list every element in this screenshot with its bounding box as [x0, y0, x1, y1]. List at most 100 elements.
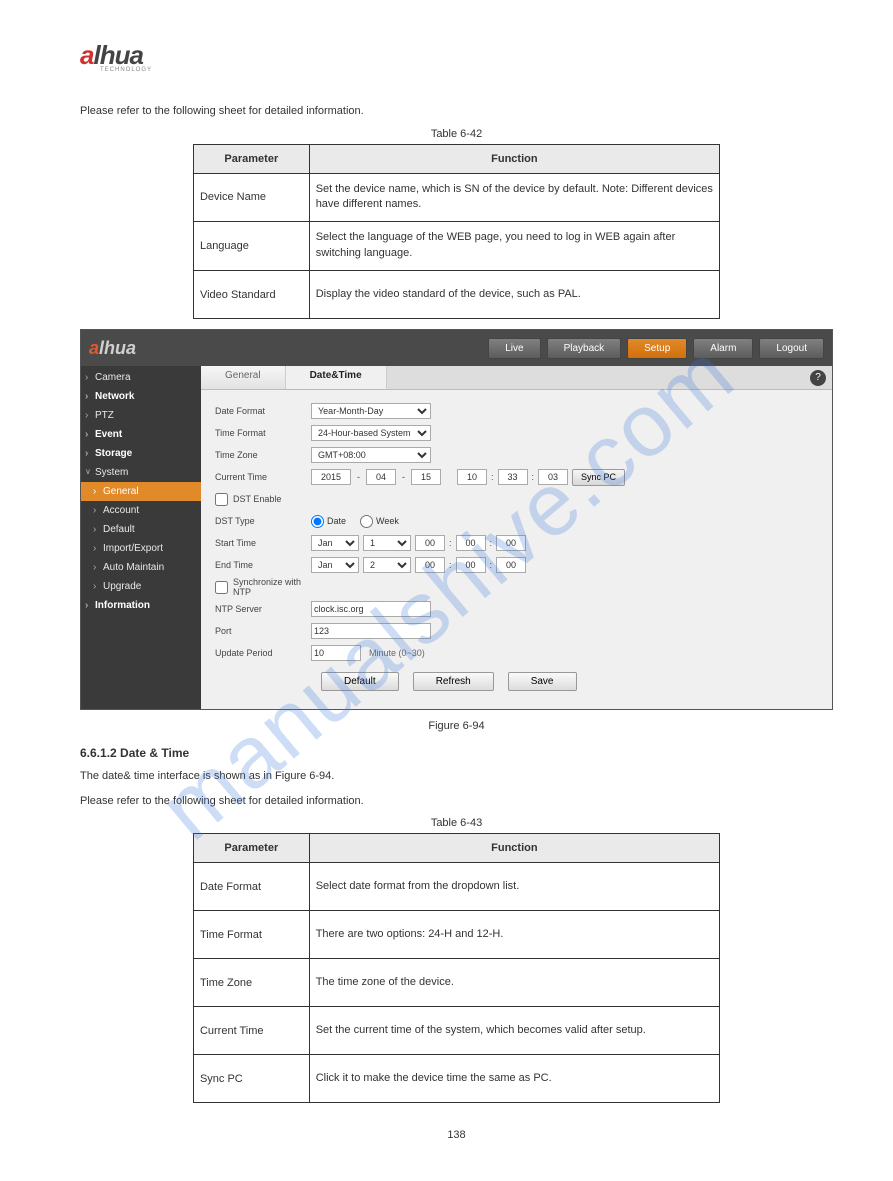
- label-time-zone: Time Zone: [215, 450, 307, 460]
- nav-setup[interactable]: Setup: [627, 338, 687, 359]
- table2-h-func: Function: [309, 834, 719, 863]
- dash-icon: -: [355, 472, 362, 482]
- date-format-select[interactable]: Year-Month-Day: [311, 403, 431, 419]
- section-heading: 6.6.1.2 Date & Time: [80, 746, 833, 760]
- page-number: 138: [80, 1129, 833, 1141]
- sidebar-item-upgrade[interactable]: Upgrade: [81, 577, 201, 596]
- table2: Parameter Function Date Format Select da…: [193, 833, 720, 1103]
- table1-caption: Table 6-42: [80, 128, 833, 140]
- table2-h-param: Parameter: [193, 834, 309, 863]
- sidebar-item-system[interactable]: System: [81, 463, 201, 482]
- intro-text-2: Please refer to the following sheet for …: [80, 793, 833, 810]
- port-input[interactable]: [311, 623, 431, 639]
- t2-r3-func: Set the current time of the system, whic…: [309, 1007, 719, 1055]
- t2-r2-param: Time Zone: [193, 959, 309, 1007]
- ct-year-input[interactable]: [311, 469, 351, 485]
- time-format-select[interactable]: 24-Hour-based System: [311, 425, 431, 441]
- t2-r1-func: There are two options: 24-H and 12-H.: [309, 911, 719, 959]
- table-row: Current Time Set the current time of the…: [193, 1007, 719, 1055]
- end-day-select[interactable]: 2: [363, 557, 411, 573]
- sidebar-item-default[interactable]: Default: [81, 520, 201, 539]
- logo-sub: TECHNOLOGY: [100, 67, 833, 73]
- ct-sec-input[interactable]: [538, 469, 568, 485]
- sidebar-item-automaintain[interactable]: Auto Maintain: [81, 558, 201, 577]
- nav-playback[interactable]: Playback: [547, 338, 622, 359]
- default-button[interactable]: Default: [321, 672, 399, 691]
- sidebar-item-network[interactable]: Network: [81, 387, 201, 406]
- t1-r2-param: Video Standard: [193, 271, 309, 319]
- save-button[interactable]: Save: [508, 672, 577, 691]
- label-update-period: Update Period: [215, 648, 307, 658]
- table-row: Time Format There are two options: 24-H …: [193, 911, 719, 959]
- table-row: Sync PC Click it to make the device time…: [193, 1055, 719, 1103]
- sidebar-item-storage[interactable]: Storage: [81, 444, 201, 463]
- t1-r0-param: Device Name: [193, 173, 309, 222]
- brand-logo: alhua TECHNOLOGY: [80, 40, 833, 73]
- label-start-time: Start Time: [215, 538, 307, 548]
- sidebar-item-general[interactable]: General: [81, 482, 201, 501]
- nav-alarm[interactable]: Alarm: [693, 338, 753, 359]
- ct-day-input[interactable]: [411, 469, 441, 485]
- label-dst-enable: DST Enable: [215, 493, 307, 506]
- sync-ntp-checkbox[interactable]: [215, 581, 228, 594]
- sidebar-item-information[interactable]: Information: [81, 596, 201, 615]
- start-month-select[interactable]: Jan: [311, 535, 359, 551]
- label-port: Port: [215, 626, 307, 636]
- sidebar-item-account[interactable]: Account: [81, 501, 201, 520]
- table1: Parameter Function Device Name Set the d…: [193, 144, 720, 320]
- label-date-format: Date Format: [215, 406, 307, 416]
- ct-hour-input[interactable]: [457, 469, 487, 485]
- table-row: Language Select the language of the WEB …: [193, 222, 719, 271]
- colon-icon: :: [491, 472, 494, 482]
- logo-hua: lhua: [93, 40, 142, 70]
- t2-r2-func: The time zone of the device.: [309, 959, 719, 1007]
- label-dst-type: DST Type: [215, 516, 307, 526]
- tab-general[interactable]: General: [201, 366, 286, 389]
- nav-logout[interactable]: Logout: [759, 338, 824, 359]
- sidebar: Camera Network PTZ Event Storage System …: [81, 366, 201, 709]
- t1-r0-func: Set the device name, which is SN of the …: [309, 173, 719, 222]
- update-period-hint: Minute (0~30): [369, 648, 425, 658]
- end-hour-input[interactable]: [415, 557, 445, 573]
- radio-dst-week[interactable]: Week: [360, 515, 399, 528]
- t2-r0-param: Date Format: [193, 863, 309, 911]
- t2-r4-param: Sync PC: [193, 1055, 309, 1103]
- ct-month-input[interactable]: [366, 469, 396, 485]
- radio-dst-date[interactable]: Date: [311, 515, 346, 528]
- t2-r1-param: Time Format: [193, 911, 309, 959]
- dst-enable-checkbox[interactable]: [215, 493, 228, 506]
- dst-week-radio[interactable]: [360, 515, 373, 528]
- time-zone-select[interactable]: GMT+08:00: [311, 447, 431, 463]
- sidebar-item-ptz[interactable]: PTZ: [81, 406, 201, 425]
- ct-min-input[interactable]: [498, 469, 528, 485]
- t1-r1-func: Select the language of the WEB page, you…: [309, 222, 719, 271]
- tab-datetime[interactable]: Date&Time: [286, 366, 387, 389]
- end-min-input[interactable]: [456, 557, 486, 573]
- sidebar-item-importexport[interactable]: Import/Export: [81, 539, 201, 558]
- label-sync-ntp: Synchronize with NTP: [215, 577, 307, 597]
- table-row: Device Name Set the device name, which i…: [193, 173, 719, 222]
- dst-date-radio[interactable]: [311, 515, 324, 528]
- start-day-select[interactable]: 1: [363, 535, 411, 551]
- sidebar-item-event[interactable]: Event: [81, 425, 201, 444]
- label-time-format: Time Format: [215, 428, 307, 438]
- t1-r1-param: Language: [193, 222, 309, 271]
- end-month-select[interactable]: Jan: [311, 557, 359, 573]
- sync-pc-button[interactable]: Sync PC: [572, 469, 625, 486]
- table2-caption: Table 6-43: [80, 817, 833, 829]
- start-sec-input[interactable]: [496, 535, 526, 551]
- logo-a: a: [80, 40, 93, 70]
- end-sec-input[interactable]: [496, 557, 526, 573]
- sidebar-item-camera[interactable]: Camera: [81, 368, 201, 387]
- start-hour-input[interactable]: [415, 535, 445, 551]
- app-screenshot: alhua Live Playback Setup Alarm Logout C…: [80, 329, 833, 710]
- app-logo: alhua: [89, 338, 488, 359]
- colon-icon: :: [490, 560, 493, 570]
- refresh-button[interactable]: Refresh: [413, 672, 494, 691]
- t2-r3-param: Current Time: [193, 1007, 309, 1055]
- update-period-input[interactable]: [311, 645, 361, 661]
- ntp-server-input[interactable]: [311, 601, 431, 617]
- nav-live[interactable]: Live: [488, 338, 540, 359]
- start-min-input[interactable]: [456, 535, 486, 551]
- label-ntp-server: NTP Server: [215, 604, 307, 614]
